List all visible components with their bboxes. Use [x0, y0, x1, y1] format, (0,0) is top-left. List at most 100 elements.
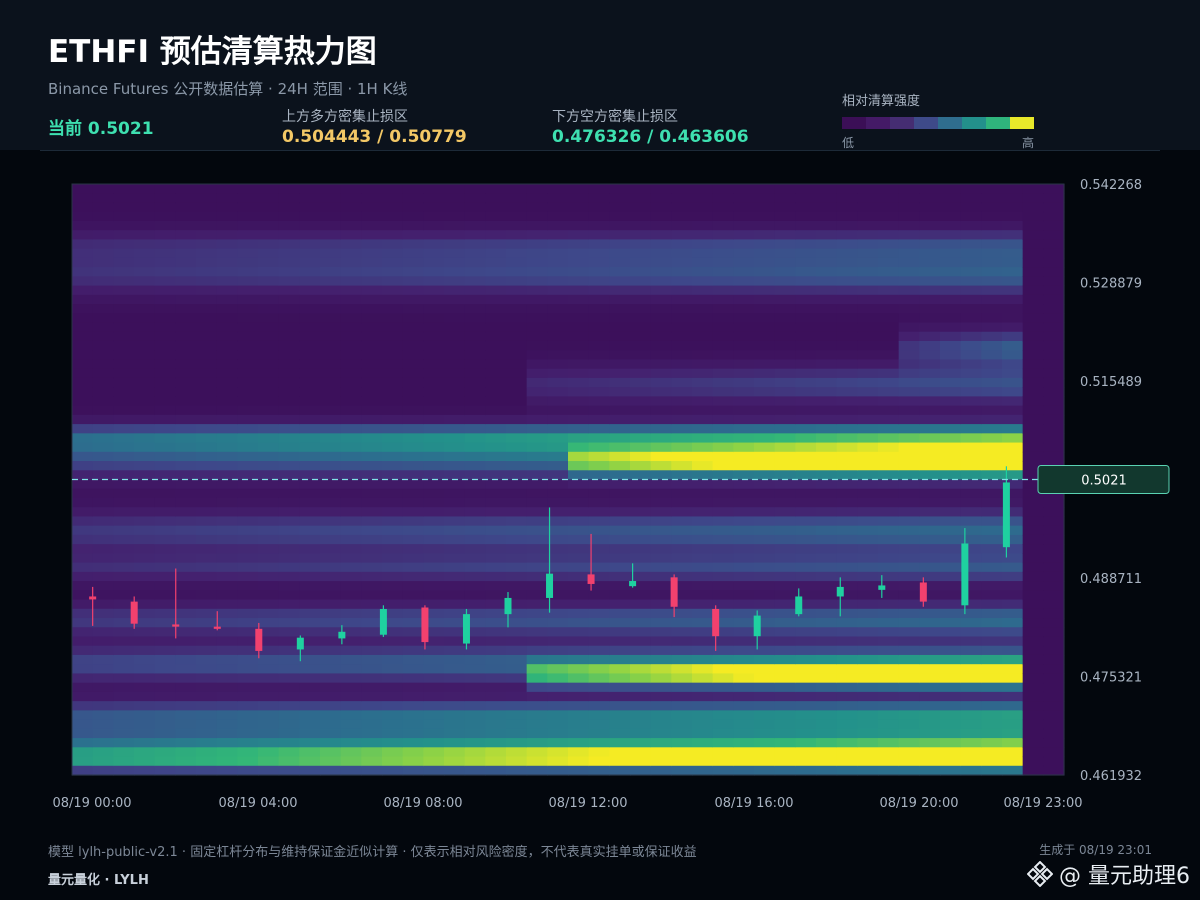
heatmap-cell — [196, 525, 218, 536]
heatmap-cell — [154, 497, 176, 508]
heatmap-cell — [134, 701, 156, 711]
heatmap-cell — [960, 488, 982, 499]
heatmap-cell — [898, 738, 920, 748]
heatmap-cell — [485, 211, 507, 222]
heatmap-cell — [940, 516, 962, 527]
heatmap-cell — [196, 267, 218, 277]
heatmap-cell — [382, 230, 404, 240]
heatmap-cell — [175, 340, 197, 351]
heatmap-cell — [878, 590, 900, 601]
heatmap-cell — [506, 525, 528, 536]
heatmap-cell — [671, 220, 693, 231]
heatmap-cell — [1022, 248, 1044, 259]
heatmap-cell — [299, 590, 321, 601]
heatmap-cell — [361, 193, 383, 204]
heatmap-cell — [981, 424, 1003, 434]
heatmap-cell — [464, 313, 486, 324]
heatmap-cell — [940, 497, 962, 508]
heatmap-cell — [671, 294, 693, 305]
heatmap-cell — [609, 599, 631, 610]
heatmap-cell — [526, 710, 548, 721]
heatmap-cell — [940, 331, 962, 342]
heatmap-cell — [506, 239, 528, 250]
heatmap-cell — [671, 765, 693, 776]
heatmap-cell — [444, 239, 466, 250]
heatmap-cell — [816, 313, 838, 324]
heatmap-cell — [361, 719, 383, 730]
heatmap-cell — [795, 220, 817, 231]
heatmap-cell — [154, 340, 176, 351]
heatmap-cell — [816, 442, 838, 453]
heatmap-cell — [361, 340, 383, 351]
heatmap-cell — [630, 608, 652, 619]
heatmap-cell — [382, 396, 404, 407]
heatmap-cell — [175, 516, 197, 527]
heatmap-cell — [960, 738, 982, 748]
heatmap-cell — [960, 673, 982, 684]
heatmap-cell — [382, 654, 404, 665]
heatmap-cell — [402, 701, 424, 711]
heatmap-cell — [175, 682, 197, 693]
heatmap-cell — [216, 387, 238, 397]
heatmap-cell — [154, 738, 176, 748]
heatmap-cell — [1022, 331, 1044, 342]
heatmap-cell — [609, 581, 631, 591]
heatmap-cell — [320, 276, 342, 287]
heatmap-cell — [692, 257, 714, 268]
y-tick-label: 0.488711 — [1080, 572, 1142, 587]
heatmap-cell — [857, 618, 879, 628]
heatmap-cell — [134, 562, 156, 573]
heatmap-cell — [712, 313, 734, 324]
heatmap-cell — [320, 747, 342, 758]
heatmap-cell — [774, 608, 796, 619]
heatmap-cell — [216, 461, 238, 471]
heatmap-cell — [836, 184, 858, 194]
heatmap-cell — [733, 414, 755, 425]
heatmap-cell — [609, 331, 631, 342]
heatmap-cell — [1002, 636, 1024, 647]
heatmap-cell — [72, 267, 94, 277]
heatmap-cell — [175, 202, 197, 213]
heatmap-cell — [671, 710, 693, 721]
heatmap-cell — [816, 534, 838, 545]
heatmap-cell — [754, 433, 776, 444]
heatmap-cell — [836, 340, 858, 351]
heatmap-cell — [299, 497, 321, 508]
heatmap-cell — [506, 618, 528, 628]
heatmap-cell — [361, 608, 383, 619]
heatmap-cell — [568, 461, 590, 471]
heatmap-cell — [878, 756, 900, 767]
heatmap-cell — [795, 571, 817, 582]
heatmap-cell — [733, 701, 755, 711]
heatmap-cell — [444, 461, 466, 471]
heatmap-cell — [1022, 497, 1044, 508]
heatmap-cell — [154, 414, 176, 425]
heatmap-cell — [237, 184, 259, 194]
heatmap-cell — [423, 479, 445, 490]
heatmap-cell — [216, 618, 238, 628]
heatmap-cell — [547, 424, 569, 434]
heatmap-cell — [650, 534, 672, 545]
heatmap-cell — [568, 267, 590, 277]
heatmap-cell — [836, 553, 858, 564]
heatmap-cell — [774, 497, 796, 508]
heatmap-cell — [113, 701, 135, 711]
heatmap-cell — [712, 396, 734, 407]
heatmap-cell — [134, 442, 156, 453]
heatmap-cell — [733, 747, 755, 758]
heatmap-cell — [1002, 571, 1024, 582]
heatmap-cell — [92, 719, 114, 730]
heatmap-cell — [423, 691, 445, 702]
heatmap-cell — [320, 627, 342, 638]
heatmap-cell — [423, 304, 445, 314]
heatmap-cell — [1022, 285, 1044, 296]
heatmap-cell — [898, 701, 920, 711]
heatmap-cell — [175, 442, 197, 453]
heatmap-cell — [382, 765, 404, 776]
heatmap-cell — [485, 184, 507, 194]
heatmap-cell — [361, 304, 383, 314]
heatmap-cell — [857, 719, 879, 730]
heatmap-cell — [402, 673, 424, 684]
heatmap-cell — [878, 368, 900, 379]
heatmap-cell — [671, 497, 693, 508]
